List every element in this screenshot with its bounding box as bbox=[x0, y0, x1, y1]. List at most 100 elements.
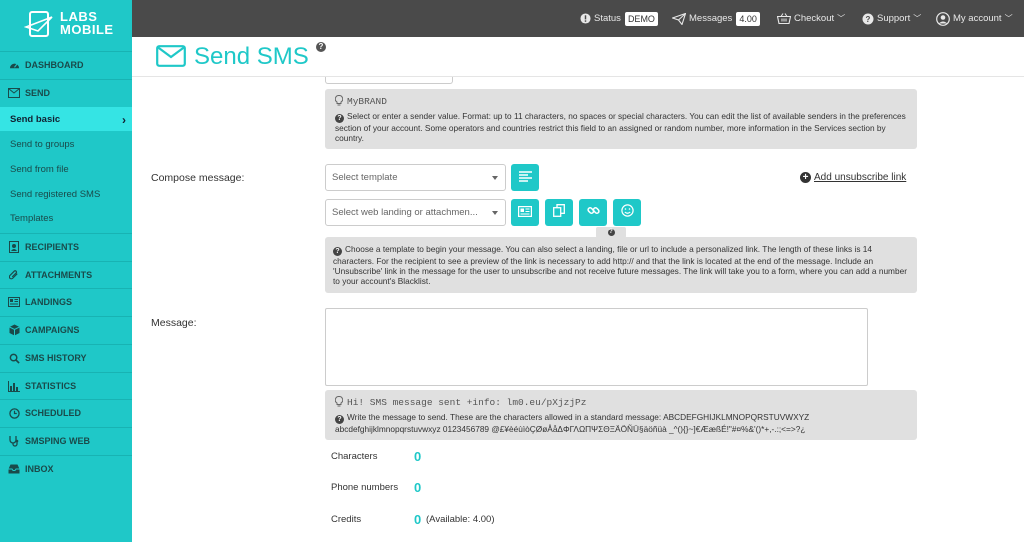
paper-plane-icon bbox=[672, 12, 686, 25]
template-select[interactable]: Select template bbox=[325, 164, 506, 191]
credits-available: (Available: 4.00) bbox=[426, 514, 495, 525]
account-label: My account bbox=[953, 13, 1002, 24]
bar-chart-icon bbox=[8, 380, 20, 392]
logo-mark-icon bbox=[24, 11, 53, 37]
chevron-down-icon: ﹀ bbox=[1004, 14, 1013, 23]
help-circle-icon: ? bbox=[862, 13, 874, 25]
sidebar-item-label: INBOX bbox=[25, 464, 54, 474]
link-icon bbox=[586, 204, 600, 222]
top-navbar: Status DEMO Messages 4.00 Checkout ﹀ ? S… bbox=[132, 0, 1024, 37]
characters-label: Characters bbox=[331, 451, 378, 462]
characters-count: 0 bbox=[414, 449, 422, 464]
credits-label: Credits bbox=[331, 514, 362, 525]
search-icon bbox=[8, 352, 20, 364]
sidebar-item-label: SMS HISTORY bbox=[25, 353, 87, 363]
landing-select[interactable]: Select web landing or attachmen... bbox=[325, 199, 506, 226]
sidebar-item-label: CAMPAIGNS bbox=[25, 325, 80, 335]
sidebar-subitem-send-registered-sms[interactable]: Send registered SMS bbox=[0, 182, 132, 206]
brand-logo[interactable]: LABS MOBILE bbox=[0, 0, 132, 50]
logo-line2: MOBILE bbox=[60, 22, 114, 37]
basket-icon bbox=[777, 13, 791, 24]
template-insert-button[interactable] bbox=[511, 164, 539, 191]
sidebar-item-dashboard[interactable]: DASHBOARD bbox=[0, 51, 132, 78]
status-badge: DEMO bbox=[624, 11, 658, 26]
user-circle-icon bbox=[936, 11, 950, 26]
align-left-icon bbox=[518, 169, 532, 187]
sidebar-subitem-send-from-file[interactable]: Send from file bbox=[0, 157, 132, 181]
plus-circle-icon: + bbox=[800, 172, 811, 183]
newspaper-icon bbox=[8, 296, 20, 308]
insert-landing-button[interactable] bbox=[511, 199, 539, 226]
sender-help-box: MyBRAND ? Select or enter a sender value.… bbox=[325, 89, 917, 149]
cube-icon bbox=[8, 324, 20, 336]
chevron-right-icon: › bbox=[122, 113, 126, 127]
question-icon: ? bbox=[333, 247, 342, 256]
message-help-text: Write the message to send. These are the… bbox=[335, 412, 810, 434]
page-header: Send SMS ? bbox=[132, 37, 1024, 77]
sidebar-item-label: STATISTICS bbox=[25, 381, 77, 391]
sidebar-subitem-templates[interactable]: Templates bbox=[0, 206, 132, 230]
sender-help-text: Select or enter a sender value. Format: … bbox=[335, 111, 906, 143]
add-unsubscribe-link[interactable]: + Add unsubscribe link bbox=[800, 172, 906, 183]
dropdown-arrow-icon bbox=[492, 176, 498, 180]
contacts-icon bbox=[8, 241, 20, 253]
message-textarea[interactable] bbox=[325, 308, 868, 386]
question-icon: ? bbox=[335, 114, 344, 123]
sidebar-item-sms-history[interactable]: SMS HISTORY bbox=[0, 344, 132, 371]
sidebar-item-landings[interactable]: LANDINGS bbox=[0, 288, 132, 315]
sidebar-item-statistics[interactable]: STATISTICS bbox=[0, 372, 132, 399]
sidebar-item-label: SCHEDULED bbox=[25, 408, 82, 418]
sender-input[interactable] bbox=[325, 77, 453, 84]
status-indicator[interactable]: Status DEMO bbox=[580, 0, 658, 37]
sidebar-item-send[interactable]: SEND bbox=[0, 79, 132, 106]
insert-file-button[interactable] bbox=[545, 199, 573, 226]
sidebar-item-campaigns[interactable]: CAMPAIGNS bbox=[0, 316, 132, 343]
status-label: Status bbox=[594, 13, 621, 24]
sidebar-item-smsping-web[interactable]: SMSPING WEB bbox=[0, 427, 132, 454]
sidebar: LABS MOBILE DASHBOARD SEND Send basic › … bbox=[0, 0, 132, 542]
envelope-icon bbox=[156, 45, 186, 67]
sender-example: MyBRAND bbox=[347, 96, 387, 107]
sidebar-item-recipients[interactable]: RECIPIENTS bbox=[0, 233, 132, 260]
inbox-icon bbox=[8, 463, 20, 475]
lightbulb-icon bbox=[334, 396, 344, 409]
sidebar-item-scheduled[interactable]: SCHEDULED bbox=[0, 399, 132, 426]
question-icon: ? bbox=[607, 229, 615, 236]
dashboard-icon bbox=[8, 59, 20, 71]
svg-text:?: ? bbox=[866, 15, 871, 24]
compose-label: Compose message: bbox=[151, 172, 245, 184]
message-help-box: Hi! SMS message sent +info: lm0.eu/pXjzj… bbox=[325, 390, 917, 440]
phone-numbers-label: Phone numbers bbox=[331, 482, 399, 493]
insert-url-button[interactable] bbox=[579, 199, 607, 226]
sidebar-item-label: SMSPING WEB bbox=[25, 436, 91, 446]
messages-label: Messages bbox=[689, 13, 733, 24]
newspaper-icon bbox=[518, 204, 533, 222]
help-icon[interactable]: ? bbox=[316, 42, 326, 52]
paperclip-icon bbox=[8, 269, 20, 281]
checkout-label: Checkout bbox=[794, 13, 835, 24]
lightbulb-icon bbox=[334, 95, 344, 108]
copy-icon bbox=[553, 203, 565, 222]
chevron-down-icon: ﹀ bbox=[837, 14, 846, 23]
sidebar-item-attachments[interactable]: ATTACHMENTS bbox=[0, 261, 132, 288]
envelope-icon bbox=[8, 87, 20, 99]
sidebar-subitem-send-to-groups[interactable]: Send to groups bbox=[0, 132, 132, 156]
chevron-down-icon: ﹀ bbox=[913, 14, 922, 23]
send-form: MyBRAND ? Select or enter a sender value.… bbox=[132, 77, 1024, 542]
insert-emoji-button[interactable] bbox=[613, 199, 641, 226]
sidebar-subitem-send-basic[interactable]: Send basic › bbox=[0, 107, 132, 131]
phone-numbers-count: 0 bbox=[414, 480, 422, 495]
support-menu[interactable]: ? Support ﹀ bbox=[862, 0, 921, 37]
stethoscope-icon bbox=[8, 435, 20, 447]
question-icon: ? bbox=[335, 415, 344, 424]
compose-help-box: ? Choose a template to begin your message… bbox=[325, 237, 917, 293]
account-menu[interactable]: My account ﹀ bbox=[936, 0, 1013, 37]
checkout-menu[interactable]: Checkout ﹀ bbox=[777, 0, 845, 37]
message-example: Hi! SMS message sent +info: lm0.eu/pXjzj… bbox=[347, 397, 587, 408]
sidebar-item-label: ATTACHMENTS bbox=[25, 270, 93, 280]
support-label: Support bbox=[877, 13, 911, 24]
message-label: Message: bbox=[151, 317, 197, 329]
sidebar-item-inbox[interactable]: INBOX bbox=[0, 455, 132, 482]
messages-badge: 4.00 bbox=[736, 11, 760, 26]
messages-indicator[interactable]: Messages 4.00 bbox=[672, 0, 760, 37]
